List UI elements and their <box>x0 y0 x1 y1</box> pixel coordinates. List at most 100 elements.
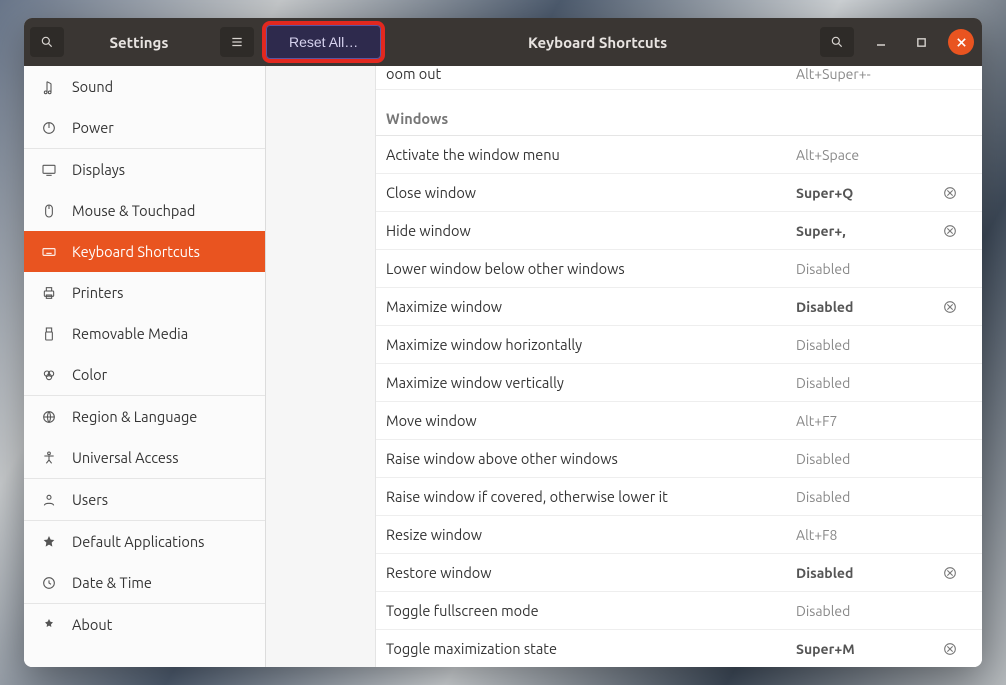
region-icon <box>40 409 58 425</box>
shortcut-accelerator: Disabled <box>796 603 936 619</box>
search-icon <box>830 35 844 49</box>
display-icon <box>40 162 58 178</box>
reset-shortcut-button[interactable] <box>936 185 964 201</box>
titlebar-left: Settings <box>24 27 266 57</box>
color-icon <box>40 367 58 383</box>
shortcut-label: Maximize window <box>386 298 796 315</box>
sidebar-item-label: Color <box>72 366 107 383</box>
sidebar-item-about[interactable]: About <box>24 603 265 645</box>
shortcut-accelerator: Disabled <box>796 299 936 315</box>
shortcut-row[interactable]: Lower window below other windowsDisabled <box>376 250 982 288</box>
shortcut-accelerator: Disabled <box>796 261 936 277</box>
power-icon <box>40 120 58 136</box>
close-icon <box>956 37 967 48</box>
reset-shortcut-button[interactable] <box>936 299 964 315</box>
sidebar-item-label: Date & Time <box>72 574 152 591</box>
shortcut-accelerator: Super+M <box>796 641 936 657</box>
sidebar-item-mouse[interactable]: Mouse & Touchpad <box>24 190 265 231</box>
reset-shortcut-button[interactable] <box>936 641 964 657</box>
sidebar-item-sound[interactable]: Sound <box>24 66 265 107</box>
sidebar-item-star[interactable]: Default Applications <box>24 520 265 562</box>
keyboard-icon <box>40 244 58 260</box>
sidebar-item-region[interactable]: Region & Language <box>24 395 265 437</box>
page-title: Keyboard Shortcuts <box>381 34 814 51</box>
shortcut-label: Restore window <box>386 564 796 581</box>
sidebar-item-clock[interactable]: Date & Time <box>24 562 265 603</box>
shortcut-label: Lower window below other windows <box>386 260 796 277</box>
sidebar-item-label: Displays <box>72 161 125 178</box>
shortcut-label: Maximize window vertically <box>386 374 796 391</box>
settings-window: Settings Reset All… Keyboard Shortcuts S… <box>24 18 982 667</box>
sidebar-item-usb[interactable]: Removable Media <box>24 313 265 354</box>
shortcut-label: Toggle maximization state <box>386 640 796 657</box>
sidebar-item-users[interactable]: Users <box>24 478 265 520</box>
titlebar: Settings Reset All… Keyboard Shortcuts <box>24 18 982 66</box>
shortcut-row[interactable]: Activate the window menuAlt+Space <box>376 136 982 174</box>
printer-icon <box>40 285 58 301</box>
hamburger-icon <box>230 35 244 49</box>
mouse-icon <box>40 203 58 219</box>
window-maximize-button[interactable] <box>908 29 934 55</box>
shortcut-row[interactable]: Move windowAlt+F7 <box>376 402 982 440</box>
sidebar-item-label: Mouse & Touchpad <box>72 202 195 219</box>
window-body: SoundPower Displays Mouse & Touchpad Keyboa… <box>24 66 982 667</box>
usb-icon <box>40 326 58 342</box>
a11y-icon <box>40 450 58 466</box>
shortcut-row[interactable]: Close windowSuper+Q <box>376 174 982 212</box>
shortcut-row[interactable]: Resize windowAlt+F8 <box>376 516 982 554</box>
sidebar-item-label: About <box>72 616 112 633</box>
sidebar-item-keyboard[interactable]: Keyboard Shortcuts <box>24 231 265 272</box>
app-title: Settings <box>64 34 214 51</box>
sidebar-item-printer[interactable]: Printers <box>24 272 265 313</box>
shortcut-accelerator: Alt+F8 <box>796 527 936 543</box>
sidebar-item-display[interactable]: Displays <box>24 148 265 190</box>
reset-all-button[interactable]: Reset All… <box>266 25 381 59</box>
shortcut-row[interactable]: Maximize window horizontallyDisabled <box>376 326 982 364</box>
shortcut-row[interactable]: Restore windowDisabled <box>376 554 982 592</box>
reset-shortcut-button[interactable] <box>936 223 964 239</box>
reset-shortcut-button[interactable] <box>936 565 964 581</box>
sidebar-item-label: Users <box>72 491 108 508</box>
clock-icon <box>40 575 58 591</box>
settings-sidebar: SoundPower Displays Mouse & Touchpad Keyboa… <box>24 66 266 667</box>
shortcut-accelerator: Super+Q <box>796 185 936 201</box>
window-minimize-button[interactable] <box>868 29 894 55</box>
window-close-button[interactable] <box>948 29 974 55</box>
shortcut-row[interactable]: Toggle maximization stateSuper+M <box>376 630 982 667</box>
shortcut-row[interactable]: Raise window above other windowsDisabled <box>376 440 982 478</box>
shortcut-accelerator: Super+, <box>796 223 936 239</box>
shortcut-accelerator: Disabled <box>796 565 936 581</box>
sidebar-item-color[interactable]: Color <box>24 354 265 395</box>
shortcut-row[interactable]: Raise window if covered, otherwise lower… <box>376 478 982 516</box>
titlebar-right <box>814 27 982 57</box>
shortcut-row[interactable]: Maximize window verticallyDisabled <box>376 364 982 402</box>
sidebar-item-power[interactable]: Power <box>24 107 265 148</box>
section-header-windows: Windows <box>376 90 982 136</box>
shortcut-accelerator: Alt+F7 <box>796 413 936 429</box>
shortcut-label: Activate the window menu <box>386 146 796 163</box>
shortcut-label: Toggle fullscreen mode <box>386 602 796 619</box>
maximize-icon <box>916 37 927 48</box>
shortcut-label: Hide window <box>386 222 796 239</box>
content-search-button[interactable] <box>820 27 854 57</box>
hamburger-menu-button[interactable] <box>220 27 254 57</box>
shortcut-label: Maximize window horizontally <box>386 336 796 353</box>
sidebar-item-a11y[interactable]: Universal Access <box>24 437 265 478</box>
sidebar-item-label: Printers <box>72 284 123 301</box>
sidebar-item-label: Universal Access <box>72 449 179 466</box>
search-button[interactable] <box>30 27 64 57</box>
shortcut-accelerator: Disabled <box>796 337 936 353</box>
shortcuts-list: oom outAlt+Super+-WindowsActivate the wi… <box>376 66 982 667</box>
star-icon <box>40 534 58 550</box>
sound-icon <box>40 79 58 95</box>
shortcut-accelerator: Disabled <box>796 375 936 391</box>
shortcut-row[interactable]: Toggle fullscreen modeDisabled <box>376 592 982 630</box>
shortcut-label: Close window <box>386 184 796 201</box>
shortcut-row[interactable]: Maximize windowDisabled <box>376 288 982 326</box>
shortcut-row[interactable]: oom outAlt+Super+- <box>376 66 982 90</box>
minimize-icon <box>875 36 887 48</box>
shortcut-accelerator: Alt+Super+- <box>796 66 936 82</box>
shortcut-label: oom out <box>386 66 796 82</box>
users-icon <box>40 492 58 508</box>
shortcut-row[interactable]: Hide windowSuper+, <box>376 212 982 250</box>
